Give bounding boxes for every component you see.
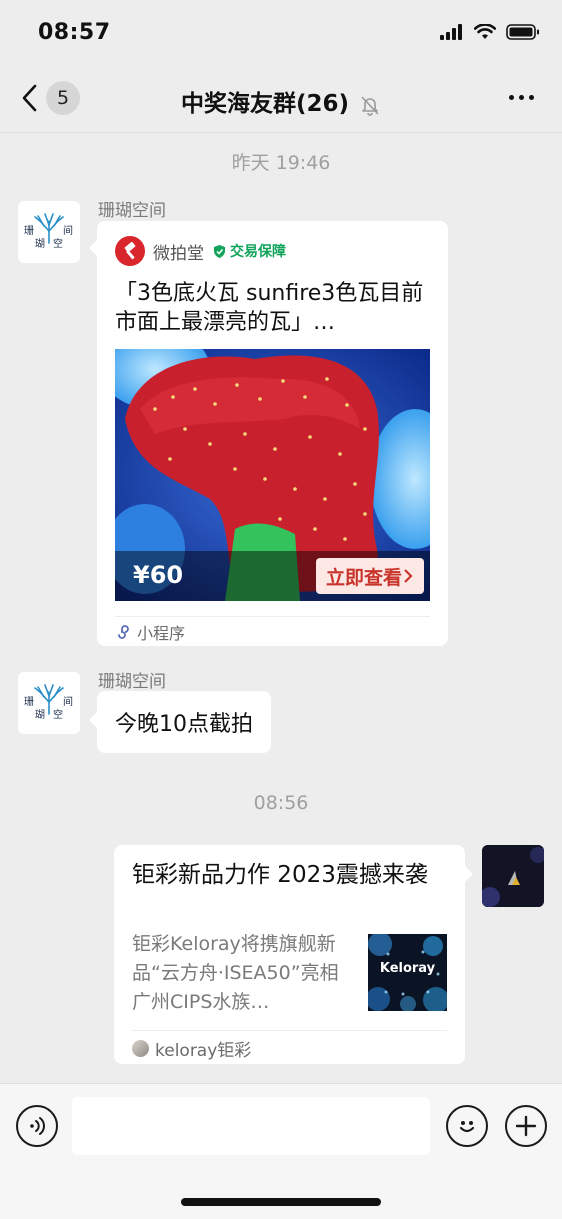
add-more-button[interactable] — [505, 1105, 547, 1147]
mini-program-title: 「3色底火瓦 sunfire3色瓦目前市面上最漂亮的瓦」… — [115, 281, 424, 335]
emoji-button[interactable] — [446, 1105, 488, 1147]
timestamp-divider: 08:56 — [253, 792, 309, 814]
article-card[interactable]: 钜彩新品力作 2023震撼来袭 钜彩Keloray将携旗舰新品“云方舟·ISEA… — [114, 845, 465, 1064]
coral-logo: 珊 间 瑚 空 — [24, 213, 73, 250]
chat-title: 中奖海友群(26) — [0, 84, 562, 118]
coral-logo: 珊 间 瑚 空 — [24, 684, 73, 721]
avatar-char-3: 瑚 — [35, 709, 45, 721]
avatar[interactable]: 珊 间 瑚 空 — [18, 201, 80, 263]
message-text: 今晚10点截拍 — [115, 712, 253, 737]
chat-header: 5 中奖海友群(26) — [0, 64, 562, 133]
guarantee-text: 交易保障 — [230, 244, 286, 260]
avatar-char-3: 瑚 — [35, 238, 45, 250]
wifi-icon — [474, 24, 496, 39]
chat-input-bar — [0, 1083, 562, 1219]
status-time: 08:57 — [38, 20, 111, 45]
my-avatar[interactable] — [482, 845, 544, 907]
home-indicator — [181, 1198, 381, 1206]
voice-icon — [30, 1117, 45, 1135]
status-icons — [440, 24, 540, 40]
text-message-bubble[interactable]: 今晚10点截拍 — [97, 691, 271, 753]
article-source: keloray钜彩 — [132, 1036, 251, 1061]
plus-icon — [515, 1115, 537, 1137]
avatar-char-1: 珊 — [24, 696, 34, 708]
guarantee-badge: 交易保障 — [212, 241, 286, 261]
mini-program-name: 微拍堂 — [153, 243, 204, 264]
avatar-char-4: 空 — [53, 708, 63, 721]
article-title: 钜彩新品力作 2023震撼来袭 — [132, 862, 428, 888]
view-now-label: 立即查看 — [325, 566, 402, 589]
mini-program-footer: 小程序 — [115, 620, 185, 644]
bubble-tail — [89, 240, 97, 256]
timestamp-divider: 昨天 19:46 — [231, 152, 331, 174]
signal-icon — [440, 24, 462, 40]
weipaitang-logo-icon — [115, 236, 145, 266]
emoji-icon — [459, 1121, 475, 1133]
thumbnail-brand-text: Keloray — [379, 961, 436, 976]
source-name: keloray钜彩 — [155, 1041, 252, 1061]
avatar-char-2: 间 — [63, 224, 73, 237]
avatar-image — [482, 845, 544, 907]
bubble-tail — [465, 866, 473, 882]
source-avatar-icon — [132, 1040, 149, 1057]
mini-program-header: 微拍堂 交易保障 — [115, 236, 286, 266]
mini-program-icon — [118, 625, 129, 639]
chat-title-text: 中奖海友群(26) — [180, 91, 349, 117]
sender-name: 珊瑚空间 — [98, 672, 166, 692]
mute-bell-icon — [361, 95, 379, 116]
avatar-char-4: 空 — [53, 237, 63, 250]
mini-program-label: 小程序 — [137, 624, 186, 643]
message-input[interactable] — [72, 1097, 430, 1155]
avatar-char-2: 间 — [63, 695, 73, 708]
avatar-char-1: 珊 — [24, 225, 34, 237]
voice-input-button[interactable] — [16, 1105, 58, 1147]
sender-name: 珊瑚空间 — [98, 201, 166, 221]
avatar[interactable]: 珊 间 瑚 空 — [18, 672, 80, 734]
article-thumbnail: Keloray — [368, 934, 447, 1011]
view-now-button[interactable]: 立即查看 — [315, 558, 424, 594]
battery-icon — [506, 24, 539, 40]
shield-check-icon — [214, 244, 225, 258]
chevron-right-icon — [404, 569, 413, 583]
price-bar: ¥60 立即查看 — [115, 551, 430, 601]
card-divider — [132, 1030, 447, 1031]
card-divider — [115, 616, 430, 617]
coral-product-image: ¥60 立即查看 — [115, 349, 430, 601]
article-description: 钜彩Keloray将携旗舰新品“云方舟·ISEA50”亮相广州CIPS水族… — [132, 933, 339, 1013]
more-options-button[interactable] — [509, 95, 534, 100]
price-label: ¥60 — [133, 561, 184, 589]
bubble-tail — [89, 712, 97, 728]
mini-program-card[interactable]: 微拍堂 交易保障 「3色底火瓦 sunfire3色瓦目前市面上最漂亮的瓦」… ¥… — [97, 221, 448, 646]
